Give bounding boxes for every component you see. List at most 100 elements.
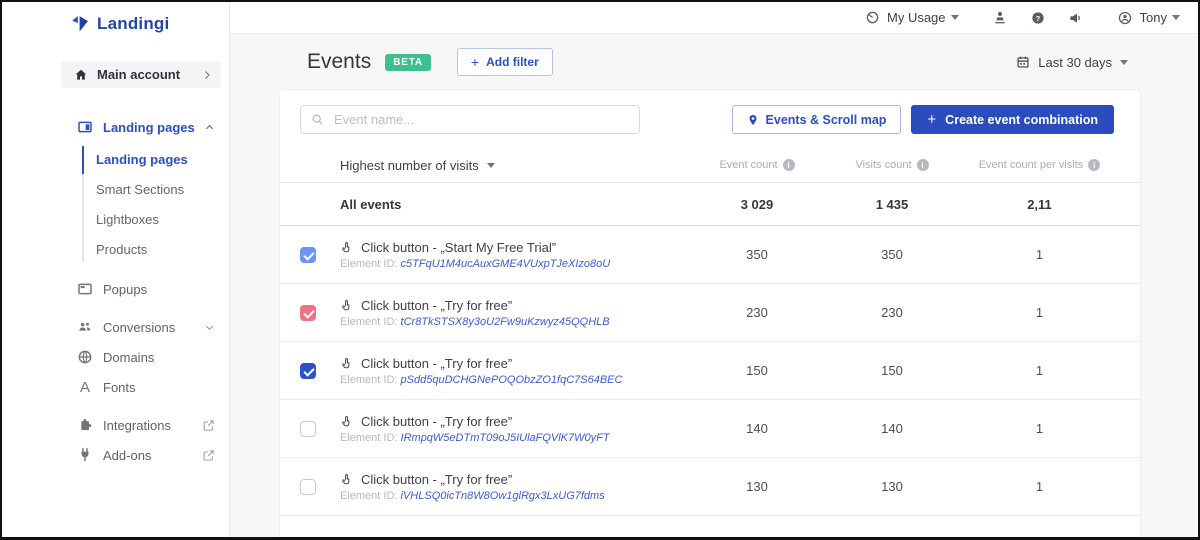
element-id-link[interactable]: iVHLSQ0icTn8W8Ow1glRgx3LxUG7fdms	[401, 490, 605, 502]
megaphone-icon[interactable]	[1061, 10, 1091, 26]
sidebar-item-add-ons[interactable]: Add-ons	[2, 440, 229, 470]
app-window: Landingi Main account Landing pages Land…	[0, 0, 1200, 540]
external-link-icon	[202, 419, 215, 432]
element-id-link[interactable]: tCr8TkSTSX8y3oU2Fw9uKzwyz45QQHLB	[401, 316, 610, 328]
chevron-down-icon	[204, 322, 215, 333]
event-title: Click button - „Try for free”	[361, 297, 513, 313]
row-checkbox[interactable]	[300, 362, 316, 379]
chevron-up-icon	[204, 122, 215, 133]
row-checkbox[interactable]	[300, 478, 316, 495]
event-search[interactable]	[300, 105, 640, 134]
event-cell: Click button - „Try for free” Element ID…	[340, 356, 682, 386]
sidebar-item-label: Popups	[103, 281, 148, 297]
sidebar-item-label: Integrations	[103, 417, 171, 433]
help-icon[interactable]: ?	[1023, 10, 1053, 26]
sidebar-item-conversions[interactable]: Conversions	[2, 312, 229, 342]
event-title-line: Click button - „Try for free”	[340, 298, 682, 313]
sidebar-item-label: Landing pages	[103, 119, 195, 135]
click-tap-icon	[340, 299, 353, 312]
brand-name: Landingi	[97, 14, 170, 33]
add-filter-button[interactable]: + Add filter	[456, 48, 553, 76]
element-id-link[interactable]: pSdd5quDCHGNePOQObzZO1fqC7S64BEC	[401, 374, 623, 386]
visits-count-value: 150	[881, 363, 903, 378]
table-header-row: Highest number of visits Event count i V…	[280, 148, 1140, 182]
event-search-input[interactable]	[334, 112, 629, 127]
event-title-line: Click button - „Try for free”	[340, 472, 682, 487]
event-count-per-visits-value: 1	[1035, 305, 1044, 320]
event-count-value: 350	[746, 247, 768, 262]
sidebar-item-popups[interactable]: Popups	[2, 274, 229, 304]
row-checkbox[interactable]	[300, 304, 316, 321]
event-title-line: Click button - „Try for free”	[340, 414, 682, 429]
location-pin-icon	[747, 114, 759, 126]
all-events-label: All events	[340, 196, 402, 212]
row-checkbox[interactable]	[300, 420, 316, 437]
event-cell: Click button - „Try for free” Element ID…	[340, 298, 682, 328]
user-menu[interactable]: Tony	[1117, 10, 1180, 26]
sidebar-item-fonts[interactable]: A Fonts	[2, 372, 229, 402]
events-scroll-map-button[interactable]: Events & Scroll map	[731, 105, 902, 134]
event-count-value: 140	[746, 421, 768, 436]
info-icon[interactable]: i	[1088, 159, 1101, 171]
landing-pages-icon	[77, 119, 93, 135]
sidebar-item-label: Conversions	[103, 319, 176, 335]
event-count-per-visits-value: 1	[1035, 363, 1044, 378]
sidebar-item-main-account[interactable]: Main account	[61, 61, 221, 88]
topbar: My Usage ? Tony	[230, 2, 1198, 34]
add-filter-label: Add filter	[486, 55, 539, 69]
user-name: Tony	[1139, 10, 1167, 25]
events-toolbar: Events & Scroll map + Create event combi…	[280, 90, 1140, 134]
event-cell: Click button - „Start My Free Trial” Ele…	[340, 240, 682, 270]
column-label: Event count	[719, 159, 778, 171]
event-rows: Click button - „Start My Free Trial” Ele…	[280, 226, 1140, 516]
row-checkbox[interactable]	[300, 246, 316, 263]
external-link-icon	[202, 449, 215, 462]
conversions-icon	[77, 319, 93, 335]
date-range-selector[interactable]: Last 30 days	[1016, 55, 1128, 70]
info-icon[interactable]: i	[916, 159, 929, 171]
sort-selector[interactable]: Highest number of visits	[340, 158, 682, 173]
click-tap-icon	[340, 241, 353, 254]
event-title: Click button - „Try for free”	[361, 355, 513, 371]
sidebar-item-landing-pages-group[interactable]: Landing pages	[2, 112, 229, 142]
chevron-down-icon	[950, 15, 959, 20]
element-id-line: Element ID: pSdd5quDCHGNePOQObzZO1fqC7S6…	[340, 374, 682, 386]
event-cell: Click button - „Try for free” Element ID…	[340, 414, 682, 444]
element-id-link[interactable]: c5TFqU1M4ucAuxGME4VUxpTJeXIzo8oU	[401, 258, 611, 270]
sidebar-item-smart-sections[interactable]: Smart Sections	[2, 174, 229, 204]
date-range-label: Last 30 days	[1038, 54, 1112, 70]
sidebar-item-integrations[interactable]: Integrations	[2, 410, 229, 440]
my-usage-menu[interactable]: My Usage	[865, 10, 959, 25]
events-scroll-map-label: Events & Scroll map	[765, 112, 887, 127]
sidebar-item-products[interactable]: Products	[2, 234, 229, 264]
visits-count-value: 130	[881, 479, 903, 494]
plug-icon	[77, 447, 93, 463]
beta-badge: BETA	[385, 53, 431, 71]
presenter-icon[interactable]	[985, 10, 1015, 26]
info-icon[interactable]: i	[782, 159, 795, 171]
element-id-label: Element ID:	[340, 257, 401, 270]
event-title-line: Click button - „Try for free”	[340, 356, 682, 371]
summary-visits-count: 1 435	[875, 196, 909, 212]
sidebar-item-domains[interactable]: Domains	[2, 342, 229, 372]
event-table-row: Click button - „Try for free” Element ID…	[280, 342, 1140, 400]
sidebar-item-landing-pages[interactable]: Landing pages	[2, 144, 229, 174]
event-title-line: Click button - „Start My Free Trial”	[340, 240, 682, 255]
event-count-per-visits-value: 1	[1035, 247, 1044, 262]
event-table-row: Click button - „Try for free” Element ID…	[280, 284, 1140, 342]
sidebar-item-lightboxes[interactable]: Lightboxes	[2, 204, 229, 234]
element-id-line: Element ID: tCr8TkSTSX8y3oU2Fw9uKzwyz45Q…	[340, 316, 682, 328]
event-count-value: 130	[746, 479, 768, 494]
element-id-label: Element ID:	[340, 431, 401, 444]
brand-logo[interactable]: Landingi	[2, 2, 229, 46]
event-count-value: 150	[746, 363, 768, 378]
events-card: Events & Scroll map + Create event combi…	[280, 90, 1140, 537]
element-id-label: Element ID:	[340, 315, 401, 328]
element-id-link[interactable]: IRmpqW5eDTmT09oJ5IUlaFQVlK7W0yFT	[401, 432, 610, 444]
sidebar-item-label: Main account	[97, 67, 181, 82]
click-tap-icon	[340, 473, 353, 486]
create-event-combination-button[interactable]: + Create event combination	[911, 105, 1114, 134]
event-title: Click button - „Try for free”	[361, 413, 513, 429]
element-id-line: Element ID: IRmpqW5eDTmT09oJ5IUlaFQVlK7W…	[340, 432, 682, 444]
column-header-visits-count: Visits count i	[832, 159, 952, 171]
